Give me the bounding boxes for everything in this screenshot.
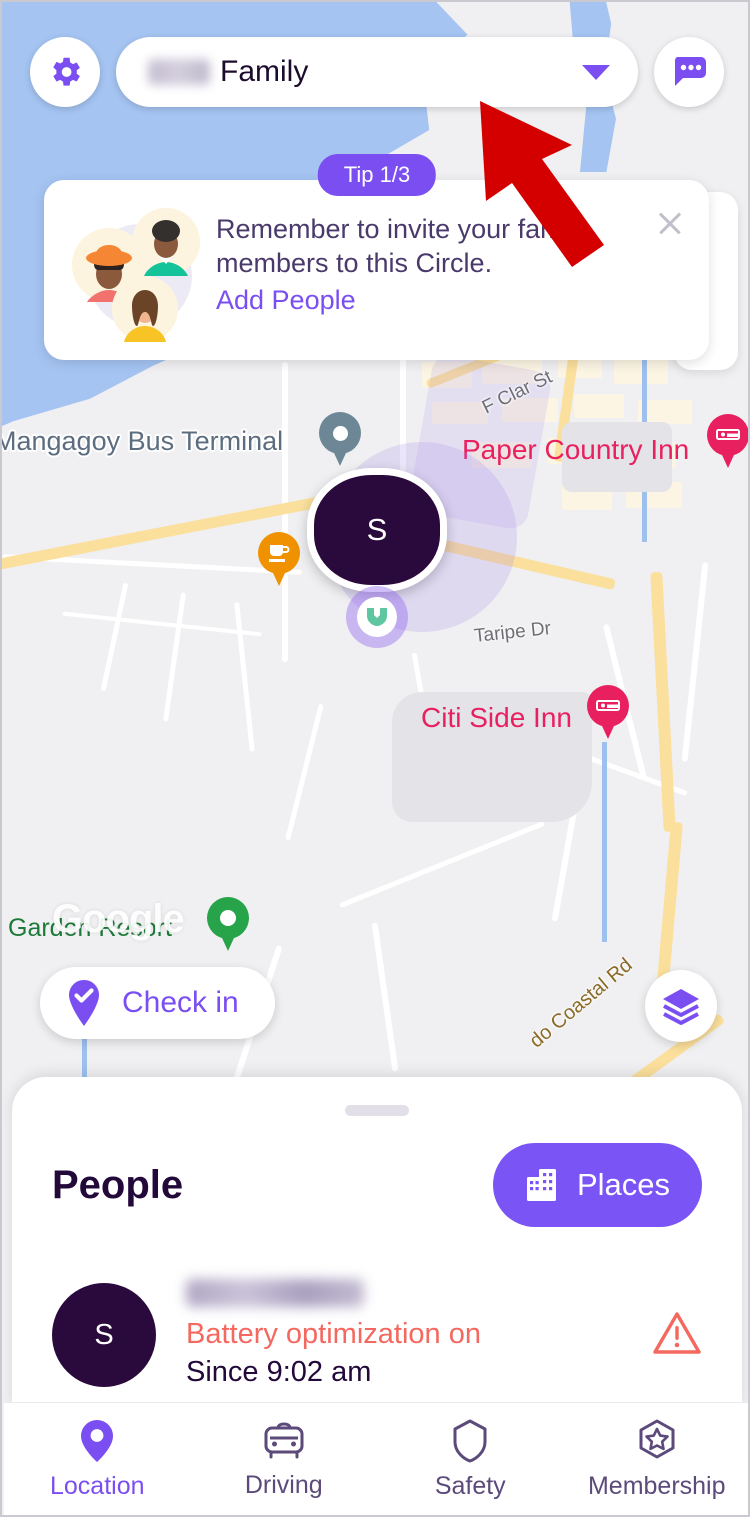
top-bar: Family <box>2 2 748 142</box>
map-road <box>285 703 324 841</box>
check-in-label: Check in <box>122 986 239 1019</box>
map-road <box>339 820 545 909</box>
map-road <box>162 592 187 722</box>
map-river <box>602 742 692 942</box>
sheet-header: People Places <box>12 1143 742 1227</box>
add-people-link[interactable]: Add People <box>216 285 588 316</box>
check-in-button[interactable]: Check in <box>40 967 275 1039</box>
messages-button[interactable] <box>654 37 724 107</box>
car-icon <box>264 1421 304 1458</box>
nav-label-driving: Driving <box>244 1470 323 1499</box>
nav-item-membership[interactable]: Membership <box>564 1403 749 1515</box>
people-heading: People <box>52 1162 184 1207</box>
bed-icon <box>716 429 740 440</box>
coffee-cup-icon <box>269 545 290 562</box>
map-label-coastal-rd: do Coastal Rd <box>525 953 637 1053</box>
map-block <box>574 394 624 418</box>
message-bubble-icon <box>674 57 706 86</box>
nav-item-driving[interactable]: Driving <box>191 1403 378 1515</box>
avatar-illustration-2 <box>132 208 200 276</box>
map-road <box>681 562 709 762</box>
cafe-pin[interactable] <box>258 532 300 588</box>
places-button[interactable]: Places <box>492 1143 702 1227</box>
map-road <box>371 922 399 1072</box>
settings-button[interactable] <box>30 37 100 107</box>
bus-terminal-pin[interactable] <box>319 412 361 468</box>
avatar-illustration-3 <box>112 276 178 342</box>
nav-item-safety[interactable]: Safety <box>377 1403 564 1515</box>
person-since-text: Since 9:02 am <box>186 1355 372 1388</box>
warning-badge[interactable] <box>652 1310 702 1361</box>
bed-icon <box>596 700 620 711</box>
resort-pin-garden-resort[interactable] <box>207 897 249 953</box>
heart-marker-icon <box>367 608 387 626</box>
buildings-icon <box>526 1169 556 1201</box>
tip-line-1: Remember to invite your family <box>216 214 589 244</box>
map-layers-button[interactable] <box>645 970 717 1042</box>
pin-check-icon <box>69 980 99 1026</box>
map-label-mangagoy-bus-terminal: Mangagoy Bus Terminal <box>2 426 284 456</box>
tip-card[interactable]: Remember to invite your family members t… <box>44 180 709 360</box>
nav-label-membership: Membership <box>587 1471 726 1500</box>
person-name-blurred <box>186 1279 364 1307</box>
map-road <box>62 611 262 637</box>
gear-icon <box>53 57 80 86</box>
location-pin-icon <box>81 1419 114 1462</box>
map-label-taripe-dr: Taripe Dr <box>473 618 552 647</box>
circle-name-blurred <box>148 59 210 85</box>
shield-icon <box>453 1419 487 1462</box>
nav-label-location: Location <box>49 1471 145 1500</box>
circle-name-label: Family <box>220 55 309 88</box>
sheet-drag-handle[interactable] <box>345 1105 409 1116</box>
map-building-block <box>392 692 592 822</box>
user-position-dot <box>346 586 408 648</box>
tip-counter-badge: Tip 1/3 <box>317 154 437 196</box>
bottom-sheet[interactable]: People Places S Battery optimization on … <box>12 1077 742 1407</box>
nav-item-location[interactable]: Location <box>4 1403 191 1515</box>
bottom-navigation: Location Driving Safety Membership <box>4 1402 749 1515</box>
person-status-text: Battery optimization on <box>186 1318 481 1350</box>
family-avatars-illustration <box>66 206 206 342</box>
tip-line-2: members to this Circle. <box>216 248 493 279</box>
map-road <box>100 582 129 692</box>
chevron-down-icon <box>582 64 610 80</box>
google-watermark: Google <box>52 897 185 941</box>
hotel-pin-citi-side-inn[interactable] <box>587 685 629 741</box>
tip-close-button[interactable] <box>653 206 687 240</box>
person-avatar: S <box>52 1283 156 1388</box>
nav-label-safety: Safety <box>434 1471 506 1500</box>
person-list-item[interactable]: S Battery optimization on Since 9:02 am <box>12 1279 742 1407</box>
user-location-marker[interactable]: S <box>307 442 517 648</box>
places-label: Places <box>576 1167 670 1202</box>
badge-star-icon <box>639 1419 675 1458</box>
map-road <box>234 602 255 752</box>
hotel-pin-paper-country-inn[interactable] <box>707 414 748 470</box>
tip-text-block: Remember to invite your family members t… <box>216 206 588 316</box>
user-avatar-map[interactable]: S <box>307 468 447 592</box>
app-screen: Mangagoy Bus Terminal Paper Country Inn … <box>0 0 750 1517</box>
person-details: Battery optimization on Since 9:02 am <box>186 1279 481 1391</box>
warning-triangle-icon <box>653 1312 701 1354</box>
map-building-block <box>562 422 672 492</box>
circle-selector[interactable]: Family <box>116 37 638 107</box>
layers-icon <box>663 989 699 1025</box>
